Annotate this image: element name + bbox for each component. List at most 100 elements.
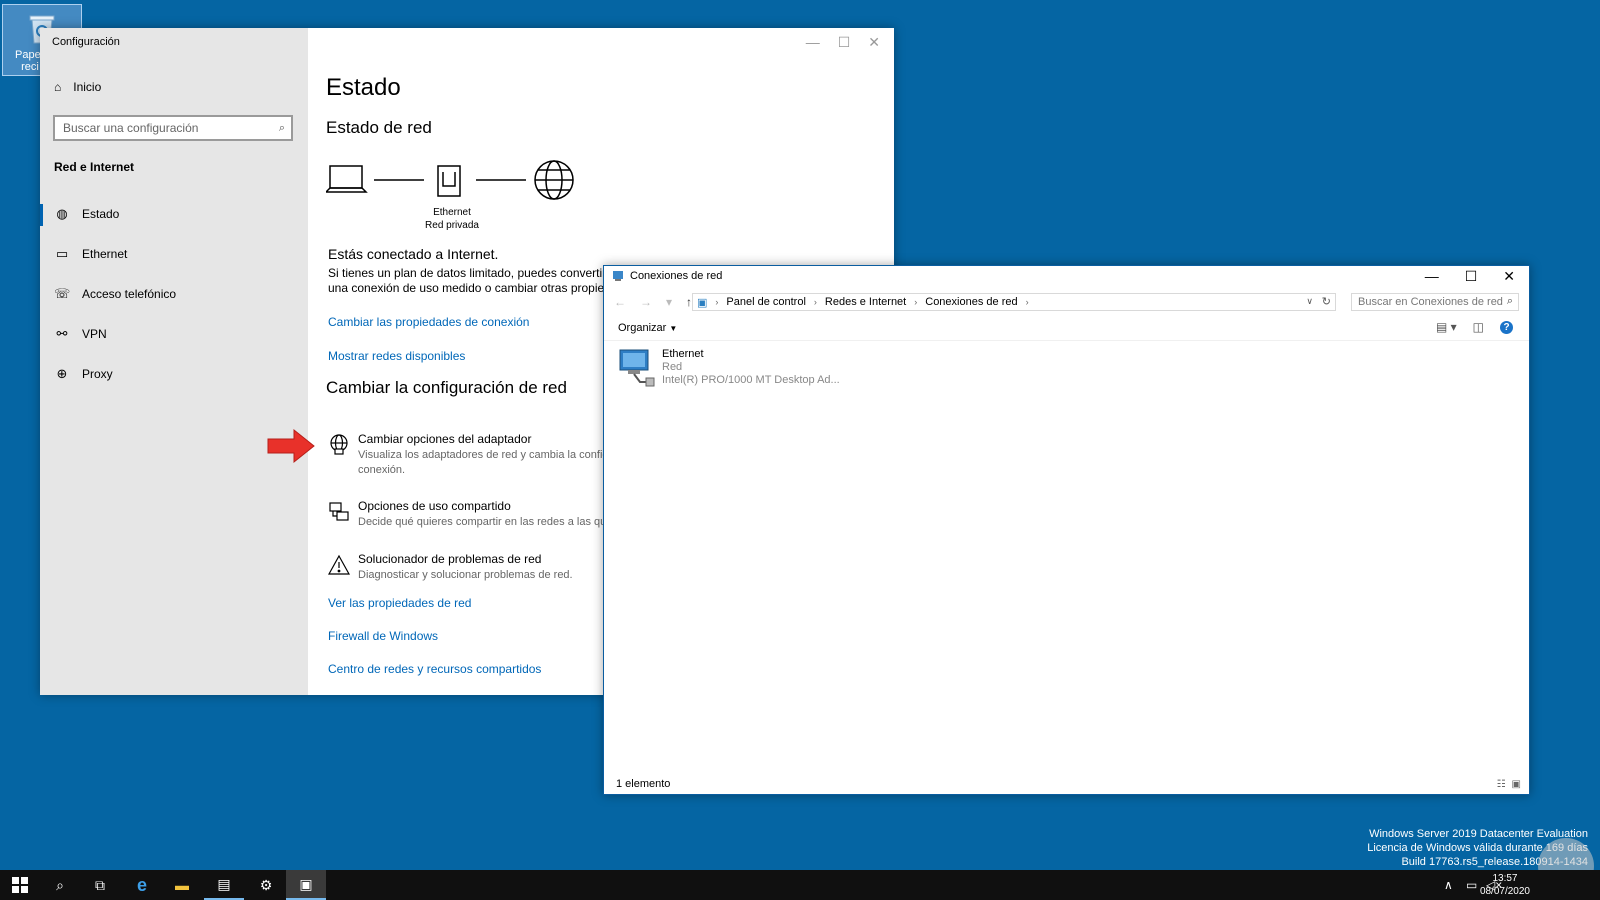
breadcrumb-separator-icon: › <box>914 297 918 307</box>
sidebar-item-ethernet[interactable]: ▭ Ethernet <box>54 246 128 262</box>
breadcrumb-separator-icon: › <box>715 297 719 307</box>
recycle-bin-label: Papel reci <box>15 49 44 73</box>
recent-dropdown-icon[interactable]: ▾ <box>666 295 672 309</box>
link-change-connection-properties[interactable]: Cambiar las propiedades de conexión <box>328 315 529 329</box>
link-windows-firewall[interactable]: Firewall de Windows <box>328 629 438 643</box>
status-globe-icon: ◍ <box>56 206 68 221</box>
explorer-titlebar: Conexiones de red <box>612 270 722 282</box>
server-manager-icon[interactable]: ▤ <box>204 870 244 900</box>
clock-time: 13:57 <box>1492 873 1518 884</box>
sidebar-item-vpn[interactable]: ⚯ VPN <box>54 326 107 342</box>
page-title: Estado <box>326 74 401 101</box>
nav-home-label: Inicio <box>73 80 102 94</box>
status-view-icons: ☷ ▣ <box>1497 779 1521 790</box>
windows-logo-icon <box>12 877 28 893</box>
breadcrumb-separator-icon: › <box>813 297 817 307</box>
sidebar-item-label: Proxy <box>82 367 113 381</box>
diagram-label-private: Red privada <box>425 220 479 231</box>
address-bar[interactable]: ▣ › Panel de control › Redes e Internet … <box>692 293 1336 311</box>
explorer-window: Conexiones de red — ☐ ✕ ← → ▾ ↑ ▣ › Pane… <box>603 265 1530 795</box>
chevron-up-icon[interactable]: ∧ <box>1444 870 1453 900</box>
active-item-indicator <box>40 204 43 226</box>
change-network-config-title: Cambiar la configuración de red <box>326 378 567 397</box>
control-panel-icon: ▣ <box>697 296 708 309</box>
option-desc-line: conexión. <box>358 464 406 476</box>
preview-pane-icon[interactable]: ◫ <box>1473 320 1484 334</box>
nav-home[interactable]: ⌂ Inicio <box>54 80 101 94</box>
breadcrumb-item[interactable]: Panel de control <box>726 296 806 308</box>
network-status-title: Estado de red <box>326 118 432 137</box>
breadcrumb-item[interactable]: Redes e Internet <box>825 296 906 308</box>
option-adapter-title: Cambiar opciones del adaptador <box>358 432 532 446</box>
settings-window-controls: — ☐ ✕ <box>806 34 880 51</box>
diagram-label: Ethernet Red privada <box>422 206 482 232</box>
sidebar-item-label: VPN <box>82 327 107 341</box>
sidebar-item-estado[interactable]: ◍ Estado <box>54 206 119 222</box>
change-view-icon[interactable]: ▤ ▾ <box>1436 320 1457 334</box>
option-adapter-desc: Visualiza los adaptadores de red y cambi… <box>358 448 630 478</box>
sharing-icon <box>329 502 349 521</box>
address-row: ← → ▾ ↑ ▣ › Panel de control › Redes e I… <box>604 290 1529 316</box>
explorer-search-input[interactable]: Buscar en Conexiones de red ⌕ <box>1351 293 1519 311</box>
network-connections-taskbar-icon[interactable]: ▣ <box>286 870 326 900</box>
command-icons: ▤ ▾ ◫ ? <box>1436 320 1513 334</box>
settings-gear-icon[interactable]: ⚙ <box>246 870 286 900</box>
settings-sidebar: Configuración ⌂ Inicio Buscar una config… <box>40 28 308 695</box>
ethernet-port-icon <box>437 165 461 197</box>
connection-network: Red <box>662 361 683 373</box>
diagram-label-ethernet: Ethernet <box>433 207 471 218</box>
minimize-icon[interactable]: — <box>1425 268 1439 285</box>
metered-description-line: una conexión de uso medido o cambiar otr… <box>328 281 618 295</box>
nav-arrows: ← → ▾ ↑ <box>614 295 692 309</box>
network-tray-icon[interactable]: ▭ <box>1466 870 1477 900</box>
option-desc-line: Visualiza los adaptadores de red y cambi… <box>358 449 615 461</box>
sidebar-item-proxy[interactable]: ⊕ Proxy <box>54 366 113 382</box>
link-network-sharing-center[interactable]: Centro de redes y recursos compartidos <box>328 662 541 676</box>
red-arrow-icon <box>267 428 315 464</box>
organize-button[interactable]: Organizar ▼ <box>618 322 677 334</box>
link-network-properties[interactable]: Ver las propiedades de red <box>328 596 471 610</box>
close-icon[interactable]: ✕ <box>1503 268 1515 285</box>
internet-explorer-icon[interactable]: e <box>122 870 162 900</box>
search-icon: ⌕ <box>1506 295 1513 307</box>
link-show-available-networks[interactable]: Mostrar redes disponibles <box>328 349 465 363</box>
connected-status: Estás conectado a Internet. <box>328 246 499 262</box>
minimize-icon[interactable]: — <box>806 34 820 51</box>
help-icon[interactable]: ? <box>1500 320 1513 334</box>
explorer-search-placeholder: Buscar en Conexiones de red <box>1358 296 1503 308</box>
chevron-down-icon: ▼ <box>669 324 678 333</box>
connection-device: Intel(R) PRO/1000 MT Desktop Ad... <box>662 374 840 386</box>
laptop-icon <box>326 165 368 193</box>
start-button[interactable] <box>0 870 40 900</box>
forward-arrow-icon[interactable]: → <box>640 295 652 309</box>
refresh-icon[interactable]: ↻ <box>1322 295 1331 308</box>
settings-search-input[interactable]: Buscar una configuración ⌕ <box>53 115 293 141</box>
task-view-icon[interactable]: ⧉ <box>80 870 120 900</box>
chevron-down-icon[interactable]: ∨ <box>1306 296 1313 307</box>
settings-window-title: Configuración <box>52 36 120 48</box>
clock-date: 08/07/2020 <box>1479 886 1530 897</box>
command-bar: Organizar ▼ ▤ ▾ ◫ ? <box>604 318 1529 341</box>
search-icon: ⌕ <box>278 122 285 134</box>
maximize-icon[interactable]: ☐ <box>1465 268 1478 285</box>
warning-icon <box>328 554 350 575</box>
file-explorer-icon[interactable]: ▬ <box>162 870 202 900</box>
explorer-title: Conexiones de red <box>630 270 723 282</box>
sidebar-item-acceso-telefonico[interactable]: ☏ Acceso telefónico <box>54 286 176 302</box>
search-icon[interactable]: ⌕ <box>40 870 80 900</box>
details-view-icon[interactable]: ☷ <box>1497 779 1506 790</box>
connection-name: Ethernet <box>662 348 704 360</box>
organize-label: Organizar <box>618 322 667 334</box>
breadcrumb-item[interactable]: Conexiones de red <box>925 296 1017 308</box>
metered-description: Si tienes un plan de datos limitado, pue… <box>328 266 628 296</box>
clock[interactable]: 13:57 08/07/2020 <box>1480 872 1530 898</box>
dialup-icon: ☏ <box>54 286 71 301</box>
close-icon[interactable]: ✕ <box>868 34 880 51</box>
back-arrow-icon[interactable]: ← <box>614 295 626 309</box>
large-icons-view-icon[interactable]: ▣ <box>1512 779 1521 790</box>
maximize-icon[interactable]: ☐ <box>838 34 851 51</box>
settings-search-placeholder: Buscar una configuración <box>63 121 199 135</box>
adapter-globe-icon <box>330 434 348 455</box>
breadcrumb-separator-icon: › <box>1025 297 1029 307</box>
sidebar-item-label: Estado <box>82 207 120 221</box>
